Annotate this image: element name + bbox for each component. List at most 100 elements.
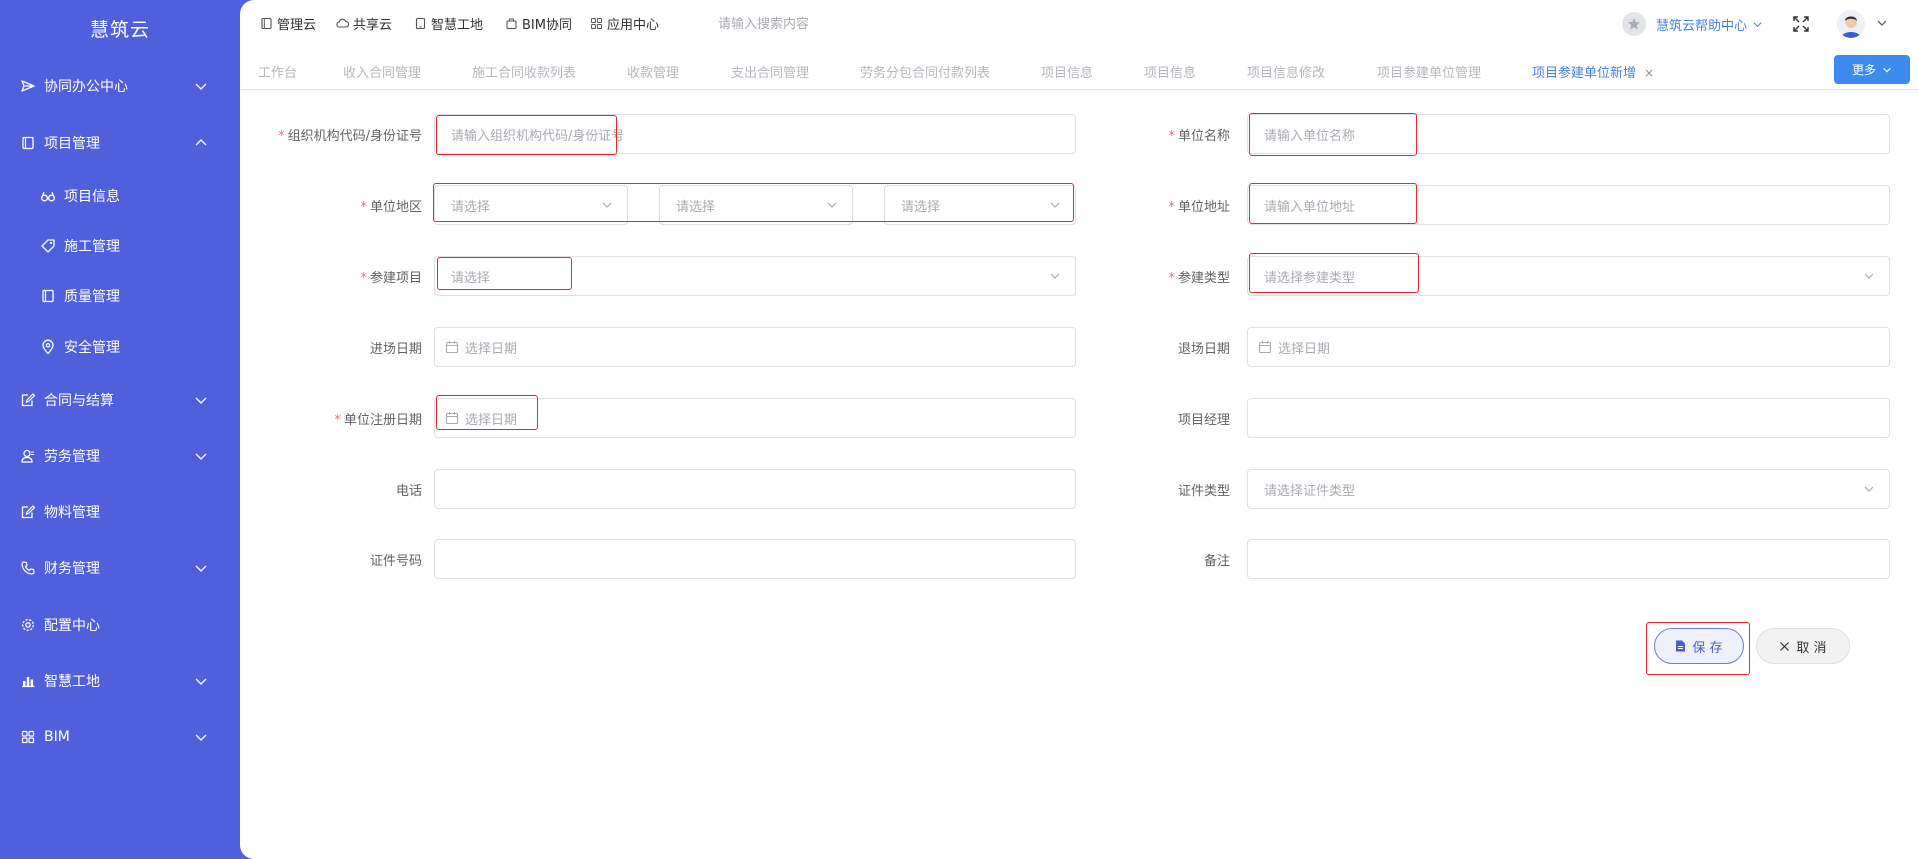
chevron-down-icon <box>1050 273 1060 279</box>
close-icon <box>1780 641 1790 651</box>
search-input[interactable] <box>718 13 918 35</box>
tab-project-info-2[interactable]: 项目信息 <box>1144 62 1196 81</box>
sidebar-item-labor[interactable]: 劳务管理 <box>0 434 240 478</box>
help-center-dropdown[interactable]: 慧筑云帮助中心 <box>1622 12 1763 36</box>
entry-date-picker[interactable]: 选择日期 <box>434 327 1076 367</box>
cert-type-label: 证件类型 <box>1100 480 1230 499</box>
manager-input[interactable] <box>1247 398 1890 438</box>
more-label: 更多 <box>1851 63 1876 77</box>
sidebar-item-quality[interactable]: 质量管理 <box>0 274 240 318</box>
phone-input[interactable] <box>434 469 1076 509</box>
cert-type-select[interactable]: 请选择证件类型 <box>1247 469 1890 509</box>
tab-project-info[interactable]: 项目信息 <box>1041 62 1093 81</box>
document-icon <box>1676 640 1686 652</box>
bar-chart-icon <box>22 677 35 688</box>
chevron-down-icon[interactable] <box>1876 17 1888 29</box>
type-select[interactable]: 请选择参建类型 <box>1247 256 1890 296</box>
chevron-down-icon <box>602 202 612 208</box>
tab-labor-payments[interactable]: 劳务分包合同付款列表 <box>860 62 990 81</box>
sidebar-item-smart-site[interactable]: 智慧工地 <box>0 659 240 703</box>
type-label: * 参建类型 <box>1100 267 1230 286</box>
calendar-icon <box>1258 341 1272 354</box>
nav-app-center[interactable]: 应用中心 <box>590 14 659 33</box>
sidebar-item-label: 配置中心 <box>44 618 100 634</box>
reg-date-label: * 单位注册日期 <box>240 409 422 428</box>
tab-construction-receipts[interactable]: 施工合同收款列表 <box>472 62 576 81</box>
sidebar-item-contract[interactable]: 合同与结算 <box>0 378 240 422</box>
nav-smart-site[interactable]: 智慧工地 <box>414 14 483 33</box>
placeholder: 请选择 <box>676 199 716 215</box>
sidebar-item-project[interactable]: 项目管理 <box>0 121 240 165</box>
nav-management-cloud[interactable]: 管理云 <box>260 14 316 33</box>
sidebar-item-construction[interactable]: 施工管理 <box>0 224 240 268</box>
cancel-button[interactable]: 取 消 <box>1756 628 1850 664</box>
tab-workbench[interactable]: 工作台 <box>258 62 297 81</box>
tab-project-info-edit[interactable]: 项目信息修改 <box>1247 62 1325 81</box>
more-tabs-button[interactable]: 更多 <box>1834 55 1910 84</box>
sidebar-item-material[interactable]: 物料管理 <box>0 490 240 534</box>
address-input[interactable]: 请输入单位地址 <box>1247 185 1890 225</box>
placeholder: 请输入单位名称 <box>1264 128 1356 144</box>
tab-receipts[interactable]: 收款管理 <box>627 62 679 81</box>
tabs-bar: 工作台 收入合同管理 施工合同收款列表 收款管理 支出合同管理 劳务分包合同付款… <box>240 52 1918 90</box>
tab-expense-contract[interactable]: 支出合同管理 <box>731 62 809 81</box>
brand-logo: 慧筑云 <box>89 18 150 41</box>
sidebar-item-project-info[interactable]: 项目信息 <box>0 174 240 218</box>
chevron-down-icon <box>195 734 207 741</box>
org-code-input[interactable]: 请输入组织机构代码/身份证号 <box>434 114 1076 154</box>
calendar-icon <box>445 412 459 425</box>
nav-bim-collab[interactable]: BIM协同 <box>505 14 572 33</box>
remark-input[interactable] <box>1247 539 1890 579</box>
unit-name-input[interactable]: 请输入单位名称 <box>1247 114 1890 154</box>
sidebar-item-label: 智慧工地 <box>44 674 100 690</box>
label-text: 单位名称 <box>1177 129 1230 144</box>
close-icon[interactable]: × <box>1644 66 1654 80</box>
project-select[interactable]: 请选择 <box>434 256 1076 296</box>
avatar[interactable] <box>1837 10 1865 38</box>
sidebar-item-label: 合同与结算 <box>44 393 114 409</box>
label-text: 退场日期 <box>1177 342 1230 357</box>
city-select[interactable]: 请选择 <box>659 185 853 225</box>
save-button[interactable]: 保 存 <box>1654 628 1744 664</box>
placeholder: 请输入单位地址 <box>1264 199 1356 215</box>
tab-label: 项目参建单位新增 <box>1532 66 1637 81</box>
nav-share-cloud[interactable]: 共享云 <box>336 14 392 33</box>
sidebar-item-label: 劳务管理 <box>44 449 100 465</box>
tab-participant-add[interactable]: 项目参建单位新增 × <box>1532 62 1654 81</box>
fullscreen-icon[interactable] <box>1792 15 1810 33</box>
sidebar-item-bim[interactable]: BIM <box>0 715 240 759</box>
label-text: 参建项目 <box>369 271 422 286</box>
manager-label: 项目经理 <box>1100 409 1230 428</box>
grid-icon <box>21 730 35 744</box>
exit-date-label: 退场日期 <box>1100 338 1230 357</box>
sidebar-item-label: 物料管理 <box>44 505 100 521</box>
chevron-down-icon <box>195 678 207 685</box>
province-select[interactable]: 请选择 <box>434 185 628 225</box>
location-icon <box>42 339 54 355</box>
reg-date-picker[interactable]: 选择日期 <box>434 398 1076 438</box>
cancel-label: 取 消 <box>1796 640 1827 656</box>
sidebar-item-safety[interactable]: 安全管理 <box>0 325 240 369</box>
cert-no-input[interactable] <box>434 539 1076 579</box>
tab-income-contract[interactable]: 收入合同管理 <box>343 62 421 81</box>
exit-date-picker[interactable]: 选择日期 <box>1247 327 1890 367</box>
grid-icon <box>591 18 602 29</box>
label-text: 电话 <box>395 484 422 499</box>
sidebar-item-collab[interactable]: 协同办公中心 <box>0 64 240 108</box>
tag-icon <box>41 239 55 253</box>
district-select[interactable]: 请选择 <box>884 185 1076 225</box>
calendar-icon <box>445 341 459 354</box>
tab-participant-management[interactable]: 项目参建单位管理 <box>1377 62 1481 81</box>
label-text: 证件类型 <box>1177 484 1230 499</box>
book-icon <box>42 289 54 303</box>
required-mark: * <box>1168 271 1175 286</box>
sidebar-item-config[interactable]: 配置中心 <box>0 603 240 647</box>
placeholder: 请选择 <box>901 199 941 215</box>
save-label: 保 存 <box>1692 640 1723 656</box>
chevron-down-icon <box>1864 486 1874 492</box>
send-icon <box>21 80 35 92</box>
placeholder: 请选择证件类型 <box>1264 483 1356 499</box>
sidebar-item-finance[interactable]: 财务管理 <box>0 546 240 590</box>
star-icon <box>1622 12 1646 36</box>
sidebar-item-label: 项目信息 <box>64 189 120 205</box>
